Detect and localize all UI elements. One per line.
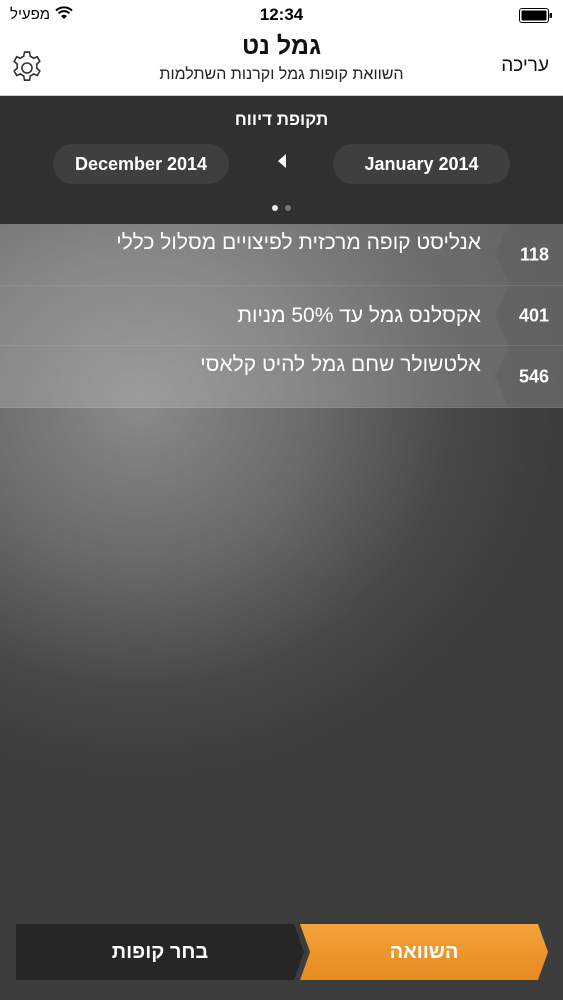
fund-row[interactable]: אלטשולר שחם גמל להיט קלאסי 546	[0, 346, 563, 408]
compare-button[interactable]: השוואה	[300, 924, 548, 980]
page-dot	[285, 205, 291, 211]
status-time: 12:34	[259, 5, 304, 24]
edit-button[interactable]: עריכה	[501, 55, 549, 77]
fund-name: אנליסט קופה מרכזית לפיצויים מסלול כללי	[116, 231, 481, 254]
fund-row[interactable]: אקסלנס גמל עד 50% מניות 401	[0, 286, 563, 346]
page-indicator[interactable]	[272, 205, 292, 211]
reporting-period-panel: תקופת דיווח December 2014 January 2014	[0, 96, 563, 224]
period-title: תקופת דיווח	[234, 110, 329, 129]
fund-row[interactable]: אנליסט קופה מרכזית לפיצויים מסלול כללי 1…	[0, 224, 563, 286]
period-start-date[interactable]: January 2014	[333, 144, 510, 184]
page-dot-active	[272, 205, 278, 211]
nav-bar: גמל נט השוואת קופות גמל וקרנות השתלמות ע…	[0, 30, 563, 96]
fund-name: אקסלנס גמל עד 50% מניות	[237, 304, 481, 327]
fund-id-tab: 118	[495, 224, 563, 285]
select-funds-button[interactable]: בחר קופות	[16, 924, 304, 980]
triangle-left-icon[interactable]	[277, 153, 287, 169]
period-end-date[interactable]: December 2014	[53, 144, 229, 184]
fund-id: 401	[518, 305, 549, 325]
fund-name: אלטשולר שחם גמל להיט קלאסי	[200, 353, 481, 376]
fund-list-area: אנליסט קופה מרכזית לפיצויים מסלול כללי 1…	[0, 224, 563, 1000]
page-subtitle: השוואת קופות גמל וקרנות השתלמות	[159, 66, 404, 83]
page-title: גמל נט	[241, 32, 322, 60]
status-bar: מפעיל 12:34	[0, 0, 563, 30]
fund-id: 546	[518, 366, 549, 386]
fund-id-tab: 401	[495, 286, 563, 345]
fund-id: 118	[519, 244, 549, 264]
fund-id-tab: 546	[495, 346, 563, 407]
battery-icon	[519, 8, 552, 23]
